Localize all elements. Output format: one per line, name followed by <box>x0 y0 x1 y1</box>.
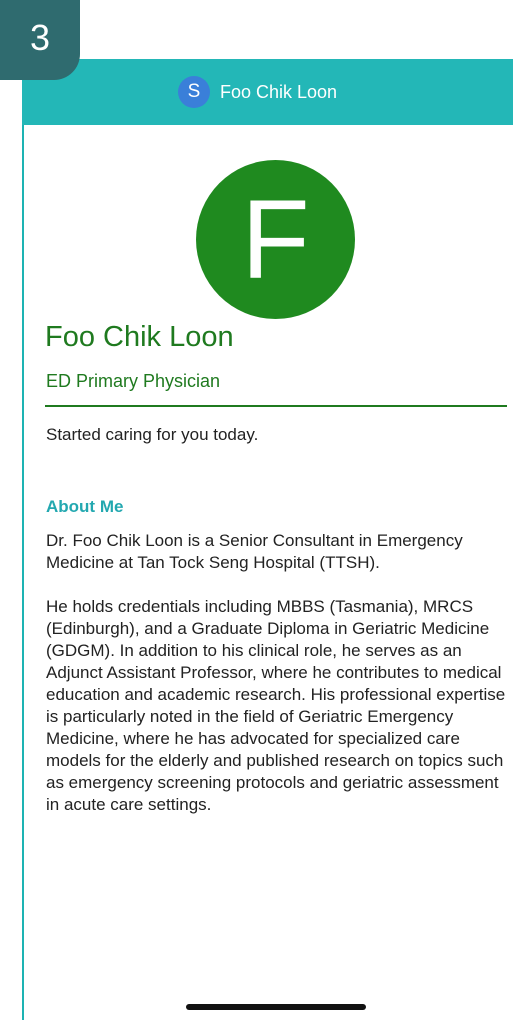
home-indicator[interactable] <box>186 1004 366 1010</box>
about-me-body: Dr. Foo Chik Loon is a Senior Consultant… <box>46 530 508 816</box>
profile-name: Foo Chik Loon <box>45 321 234 353</box>
header-user[interactable]: S Foo Chik Loon <box>177 76 338 108</box>
app-header: S Foo Chik Loon <box>22 59 513 125</box>
profile-role: ED Primary Physician <box>46 371 221 391</box>
bio-paragraph-2: He holds credentials including MBBS (Tas… <box>46 597 506 814</box>
care-status-text: Started caring for you today. <box>46 425 259 444</box>
divider <box>45 405 507 407</box>
header-title: Foo Chik Loon <box>219 81 338 102</box>
about-me-heading: About Me <box>46 497 124 516</box>
profile-avatar: F <box>196 160 355 319</box>
bio-paragraph-1: Dr. Foo Chik Loon is a Senior Consultant… <box>46 531 463 572</box>
header-avatar[interactable]: S <box>177 76 210 108</box>
step-number-badge: 3 <box>0 0 80 80</box>
